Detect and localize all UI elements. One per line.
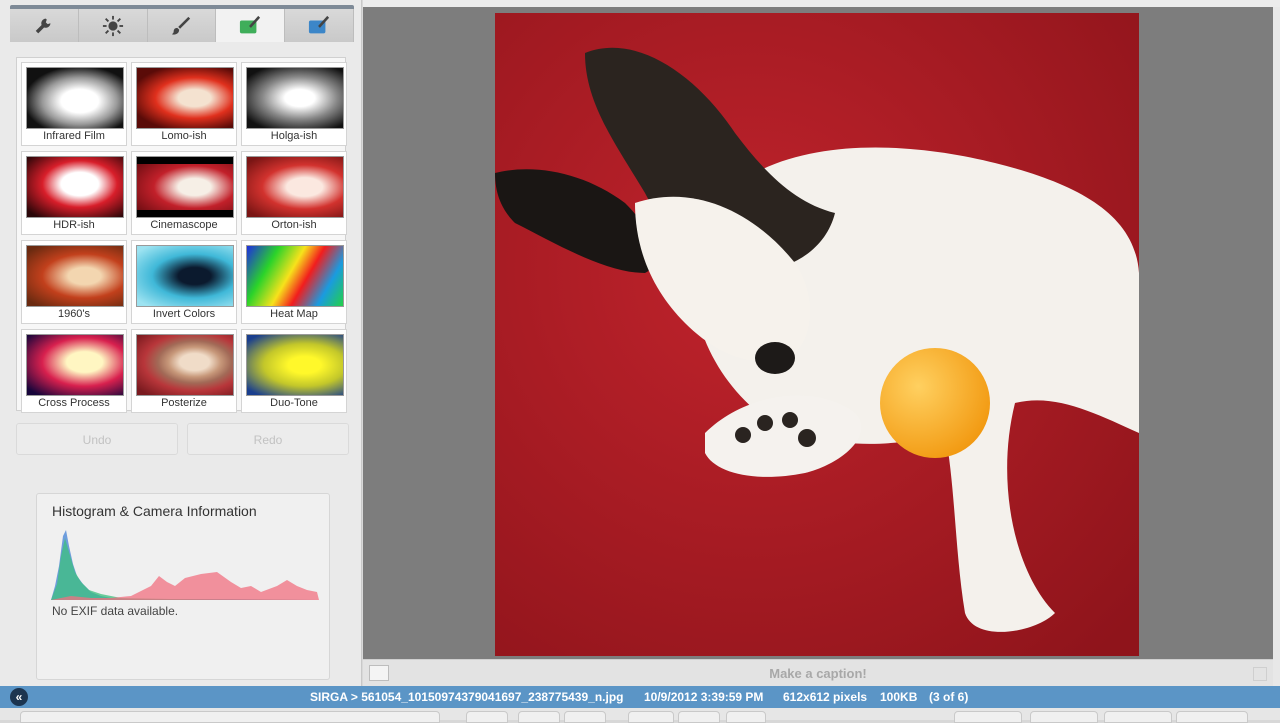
effect-label: Infrared Film [43,130,105,142]
effect-label: Holga-ish [270,130,318,142]
redo-button[interactable]: Redo [187,423,349,455]
properties-button[interactable] [1104,711,1172,723]
file-position: (3 of 6) [929,690,969,704]
effect-label: Heat Map [270,308,318,320]
effect-duo-tone[interactable]: Duo-Tone [241,329,347,413]
help-button[interactable] [1176,711,1248,723]
tab-basic-fixes[interactable] [10,9,79,42]
file-date: 10/9/2012 3:39:59 PM [644,690,764,704]
people-button[interactable] [954,711,1022,723]
places-button[interactable] [1030,711,1098,723]
effect-label: Orton-ish [271,219,317,231]
effect-lomo-ish[interactable]: Lomo-ish [131,62,237,146]
brightness-icon [102,15,123,36]
effect-thumbnail [26,156,124,218]
effect-label: Cross Process [38,397,110,409]
histogram-panel: Histogram & Camera Information No EXIF d… [36,493,330,680]
effect-thumbnail [136,245,234,307]
tab-effects[interactable] [147,9,217,42]
tab-tuning[interactable] [78,9,148,42]
effect-1960s[interactable]: 1960's [21,240,127,324]
bottom-toolbar [0,708,1280,723]
effect-label: Invert Colors [152,308,216,320]
effect-heat-map[interactable]: Heat Map [241,240,347,324]
histogram-chart [51,530,319,600]
share-button[interactable] [466,711,508,723]
exif-note: No EXIF data available. [52,604,179,618]
effect-thumbnail [136,334,234,396]
puppy-photo-image [495,13,1139,656]
caption-info-icon[interactable] [1253,667,1267,681]
effect-holga-ish[interactable]: Holga-ish [241,62,347,146]
undo-button[interactable]: Undo [16,423,178,455]
effect-label: 1960's [57,308,91,320]
effect-label: Cinemascope [150,219,218,231]
rotate-left-button[interactable] [518,711,560,723]
file-dimensions: 612x612 pixels [783,690,868,704]
effect-label: HDR-ish [53,219,95,231]
caption-input[interactable]: Make a caption! [363,666,1273,681]
view-single-button[interactable] [678,711,720,723]
rotate-right-button[interactable] [564,711,606,723]
window-edge [1273,7,1280,687]
effect-label: Lomo-ish [161,130,207,142]
file-size: 100KB [880,690,918,704]
export-button[interactable] [726,711,766,723]
effect-thumbnail [246,67,344,129]
edit-tabs [10,9,354,42]
effects-green-icon [240,15,261,33]
effect-thumbnail [26,334,124,396]
effect-thumbnail [246,245,344,307]
effect-hdr-ish[interactable]: HDR-ish [21,151,127,235]
caption-bar: Make a caption! [363,659,1273,686]
effect-orton-ish[interactable]: Orton-ish [241,151,347,235]
effect-thumbnail [26,245,124,307]
effect-invert-colors[interactable]: Invert Colors [131,240,237,324]
effect-label: Posterize [161,397,207,409]
effects-grid: Infrared Film Lomo-ish Holga-ish HDR-ish… [16,57,347,413]
effect-cinemascope[interactable]: Cinemascope [131,151,237,235]
brush-icon [172,16,191,35]
effect-thumbnail [136,67,234,129]
back-to-library-icon[interactable]: « [10,688,28,706]
top-border [363,0,1280,7]
bottom-search-field[interactable] [20,711,440,723]
wrench-icon [35,18,51,33]
view-grid-button[interactable] [628,711,674,723]
effect-label: Duo-Tone [270,397,318,409]
effect-thumbnail [26,67,124,129]
effect-thumbnail [136,156,234,218]
effect-infrared-film[interactable]: Infrared Film [21,62,127,146]
effect-thumbnail [246,334,344,396]
effect-posterize[interactable]: Posterize [131,329,237,413]
status-bar: « SIRGA > 561054_10150974379041697_23877… [0,686,1280,708]
effects-blue-icon [308,15,330,33]
edit-panel: Infrared Film Lomo-ish Holga-ish HDR-ish… [0,0,362,686]
effect-cross-process[interactable]: Cross Process [21,329,127,413]
histogram-title: Histogram & Camera Information [52,503,257,519]
tab-effects-more[interactable] [216,9,286,42]
photo[interactable] [495,13,1139,656]
tab-effects-extra[interactable] [285,9,354,42]
file-path: SIRGA > 561054_10150974379041697_2387754… [310,690,624,704]
effect-thumbnail [246,156,344,218]
